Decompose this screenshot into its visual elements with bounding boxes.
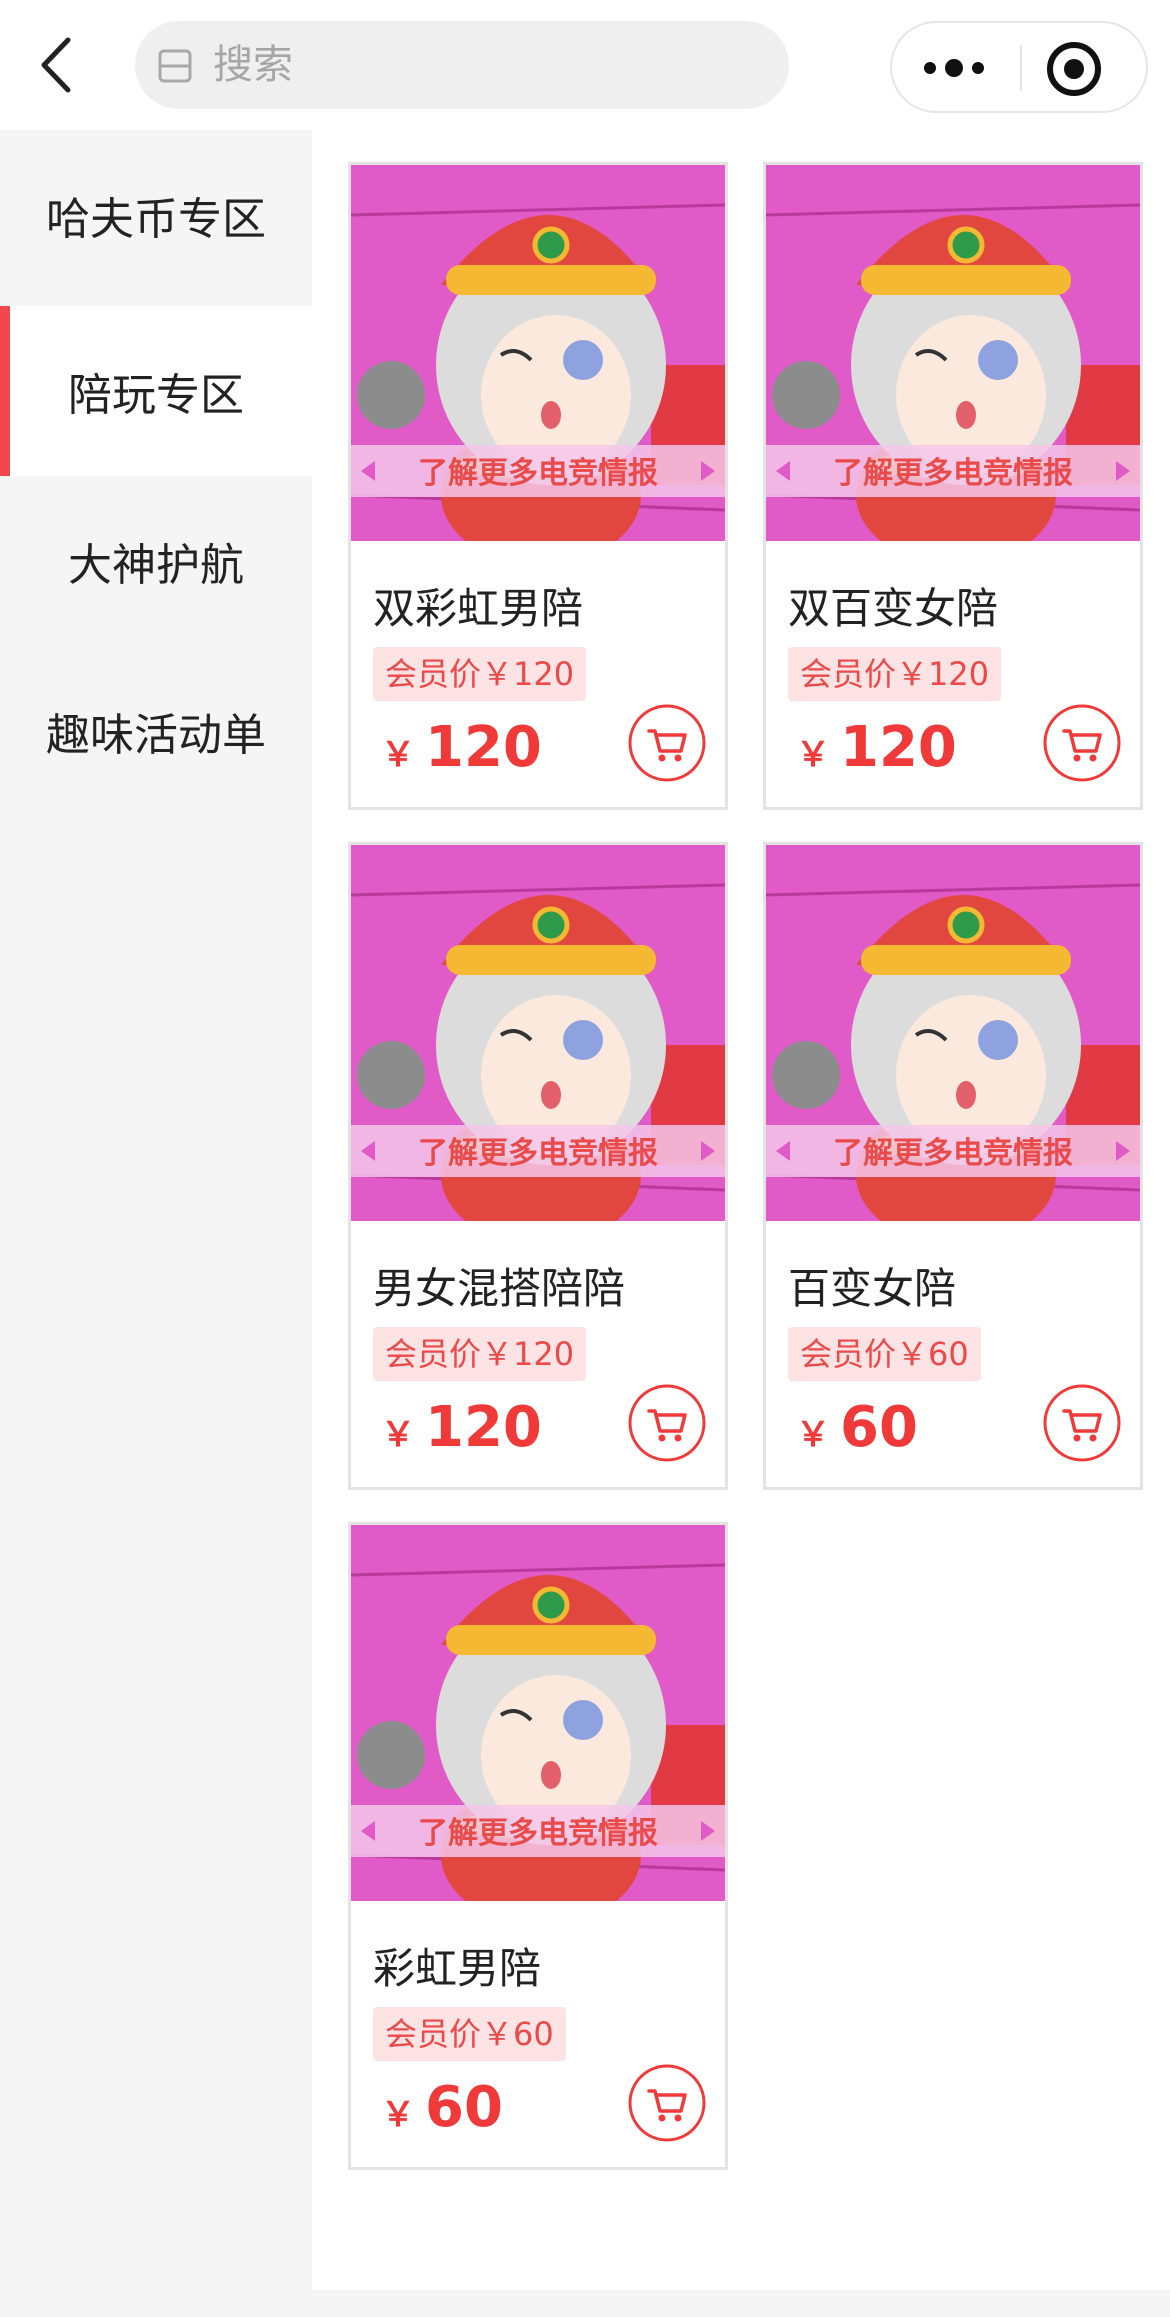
product-title: 双彩虹男陪 [373,584,584,633]
currency-symbol: ￥ [796,735,830,775]
sidebar-item-label: 趣味活动单 [46,710,266,761]
cart-icon[interactable] [627,1383,707,1463]
price-value: 120 [840,715,957,780]
category-sidebar: 哈夫币专区 陪玩专区 大神护航 趣味活动单 [0,130,312,2317]
product-card[interactable]: 了解更多电竞情报 百变女陪 会员价￥60 ￥ 60 [763,842,1143,1490]
member-price-badge: 会员价￥120 [373,1327,587,1381]
member-price-badge: 会员价￥60 [788,1327,981,1381]
more-dots-icon[interactable] [916,43,996,93]
search-icon [157,48,193,84]
price: ￥ 60 [796,1395,918,1460]
price: ￥ 120 [381,715,542,780]
product-title: 双百变女陪 [788,584,999,633]
currency-symbol: ￥ [381,735,415,775]
price: ￥ 60 [381,2075,503,2140]
sidebar-item-label: 大神护航 [68,540,244,591]
currency-symbol: ￥ [796,1415,830,1455]
cart-icon[interactable] [627,703,707,783]
banner-caption: 了解更多电竞情报 [833,456,1073,490]
cart-icon[interactable] [1042,703,1122,783]
search-placeholder: 搜索 [213,42,293,88]
product-image: 了解更多电竞情报 [351,1525,725,1925]
product-image: 了解更多电竞情报 [766,845,1140,1245]
mini-program-capsule [890,21,1148,113]
sidebar-item-expert-escort[interactable]: 大神护航 [0,476,312,646]
product-card[interactable]: 了解更多电竞情报 双百变女陪 会员价￥120 ￥ 120 [763,162,1143,810]
product-card[interactable]: 了解更多电竞情报 双彩虹男陪 会员价￥120 ￥ 120 [348,162,728,810]
product-title: 百变女陪 [788,1264,957,1313]
sidebar-item-label: 哈夫币专区 [46,194,266,245]
currency-symbol: ￥ [381,2095,415,2135]
banner-caption: 了解更多电竞情报 [418,1136,658,1170]
price-value: 120 [425,1395,542,1460]
price-value: 120 [425,715,542,780]
price-value: 60 [840,1395,918,1460]
product-image: 了解更多电竞情报 [351,165,725,565]
product-image: 了解更多电竞情报 [351,845,725,1245]
capsule-divider [1020,45,1022,91]
member-price-badge: 会员价￥60 [373,2007,566,2061]
product-title: 男女混搭陪陪 [373,1264,626,1313]
price-value: 60 [425,2075,503,2140]
cart-icon[interactable] [1042,1383,1122,1463]
cart-icon[interactable] [627,2063,707,2143]
sidebar-item-hafu-coin[interactable]: 哈夫币专区 [0,130,312,300]
product-card[interactable]: 了解更多电竞情报 男女混搭陪陪 会员价￥120 ￥ 120 [348,842,728,1490]
banner-caption: 了解更多电竞情报 [418,1816,658,1850]
product-card[interactable]: 了解更多电竞情报 彩虹男陪 会员价￥60 ￥ 60 [348,1522,728,2170]
product-grid: 了解更多电竞情报 双彩虹男陪 会员价￥120 ￥ 120 了解更多电竞情报 双百… [312,130,1170,2290]
top-bar: 搜索 [0,0,1170,130]
product-title: 彩虹男陪 [373,1944,542,1993]
search-input[interactable]: 搜索 [135,21,789,109]
currency-symbol: ￥ [381,1415,415,1455]
sidebar-item-companion[interactable]: 陪玩专区 [0,306,312,476]
price: ￥ 120 [381,1395,542,1460]
member-price-badge: 会员价￥120 [788,647,1002,701]
sidebar-item-label: 陪玩专区 [68,370,244,421]
product-image: 了解更多电竞情报 [766,165,1140,565]
banner-caption: 了解更多电竞情报 [418,456,658,490]
banner-caption: 了解更多电竞情报 [833,1136,1073,1170]
member-price-badge: 会员价￥120 [373,647,587,701]
sidebar-item-fun-activity[interactable]: 趣味活动单 [0,646,312,816]
target-icon[interactable] [1044,39,1104,99]
back-arrow-icon[interactable] [30,30,90,100]
price: ￥ 120 [796,715,957,780]
